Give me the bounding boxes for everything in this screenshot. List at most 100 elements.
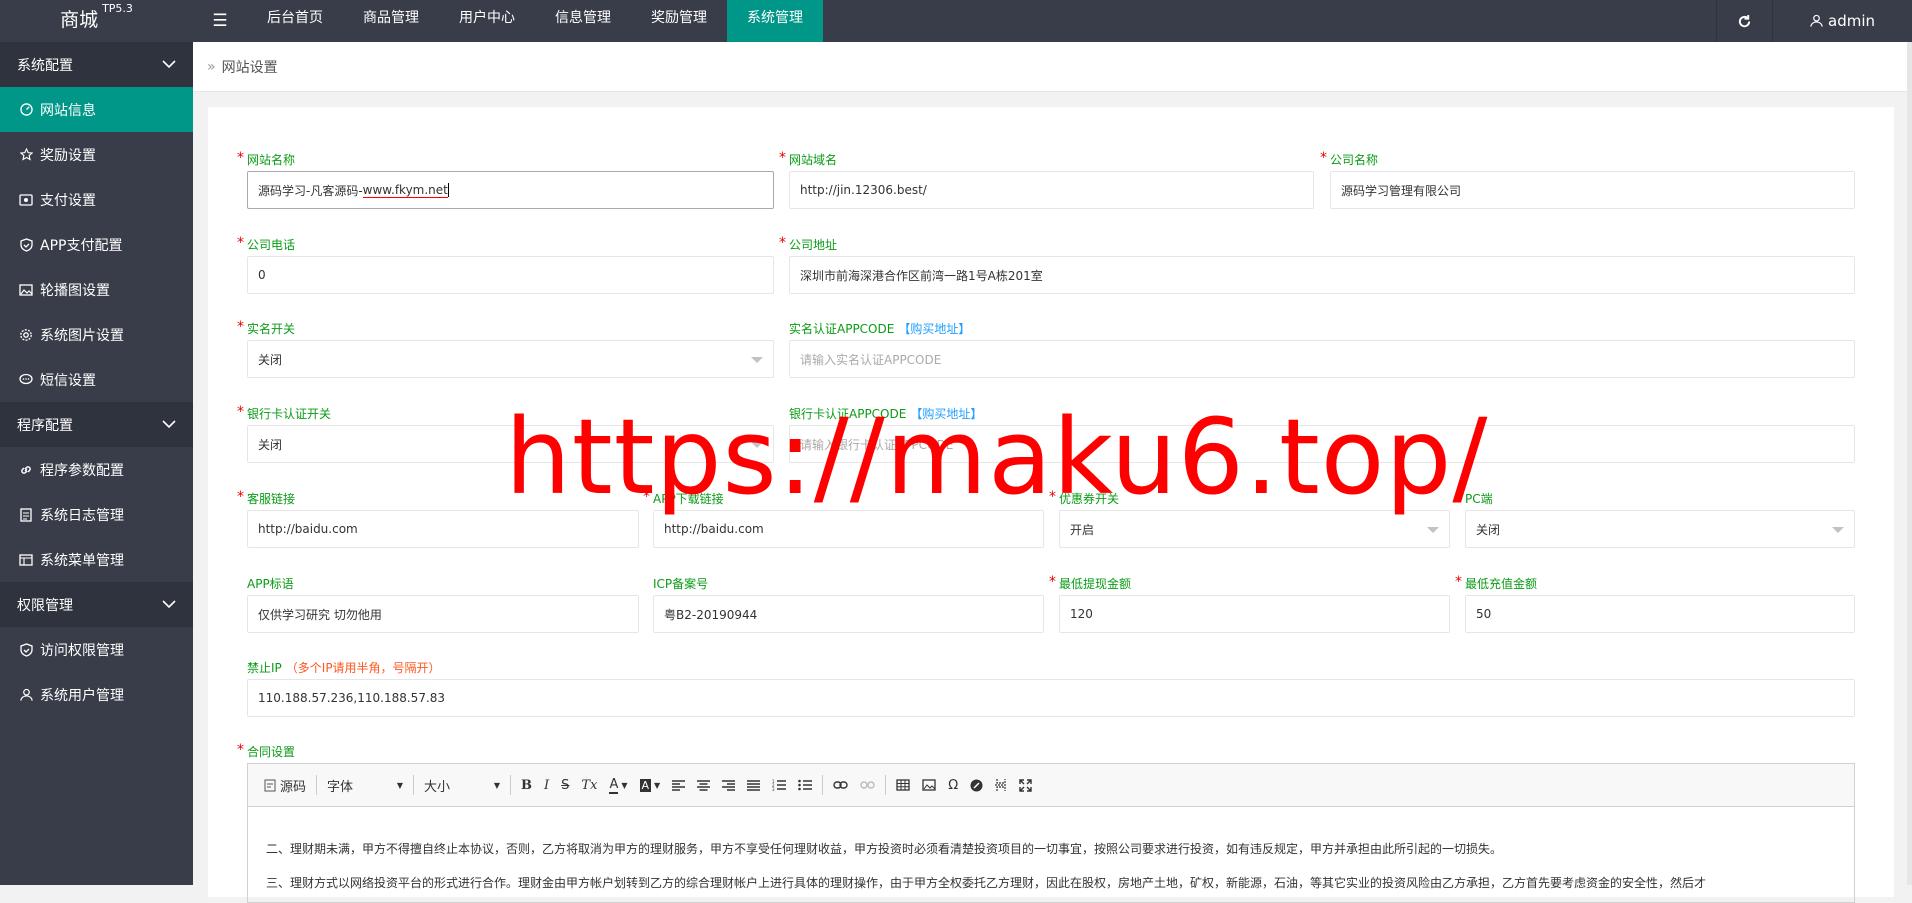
- align-left-icon[interactable]: [666, 772, 691, 798]
- font-size-select[interactable]: 大小 ▼: [418, 772, 506, 798]
- nav-info[interactable]: 信息管理: [535, 0, 631, 42]
- gear-icon: [18, 327, 34, 343]
- icp-input[interactable]: 粤B2-20190944: [653, 595, 1044, 633]
- unordered-list-icon[interactable]: [792, 772, 818, 798]
- realname-switch-select[interactable]: 关闭: [247, 340, 774, 378]
- top-bar: 商城 TP5.3 ☰ 后台首页 商品管理 用户中心 信息管理 奖励管理 系统管理 …: [0, 0, 1912, 42]
- field-company-phone: * 公司电话 0: [237, 235, 774, 294]
- source-button[interactable]: 源码: [258, 772, 312, 798]
- sidebar-item-payment[interactable]: 支付设置: [0, 177, 193, 222]
- link-icon: [18, 462, 34, 478]
- editor-body[interactable]: 二、理财期未满，甲方不得擅自终止本协议，否则，乙方将取消为甲方的理财服务，甲方不…: [248, 807, 1854, 900]
- breadcrumb-current[interactable]: 网站设置: [222, 57, 278, 77]
- logo-text: 商城: [60, 9, 99, 31]
- app-slogan-input[interactable]: 仅供学习研究 切勿他用: [247, 595, 639, 633]
- field-min-withdraw: * 最低提现金额 120: [1049, 574, 1450, 633]
- nav-rewards[interactable]: 奖励管理: [631, 0, 727, 42]
- buy-link-bankcard[interactable]: 【购买地址】: [910, 406, 982, 422]
- image-icon[interactable]: [916, 772, 942, 798]
- ordered-list-icon[interactable]: 123: [766, 772, 792, 798]
- italic-button[interactable]: I: [538, 772, 555, 798]
- shield-icon: [18, 237, 34, 253]
- toolbar-divider: [413, 775, 415, 795]
- contract-paragraph: 二、理财期未满，甲方不得擅自终止本协议，否则，乙方将取消为甲方的理财服务，甲方不…: [266, 842, 1503, 856]
- nav-users[interactable]: 用户中心: [439, 0, 535, 42]
- field-company-address: * 公司地址 深圳市前海深港合作区前湾一路1号A栋201室: [779, 235, 1855, 294]
- nav-dashboard[interactable]: 后台首页: [247, 0, 343, 42]
- min-withdraw-input[interactable]: 120: [1059, 595, 1450, 633]
- caret-down-icon: [1832, 527, 1844, 533]
- site-domain-input[interactable]: http://jin.12306.best/: [789, 171, 1314, 209]
- bankcard-appcode-input[interactable]: 请输入银行卡认证APPCODE: [789, 425, 1855, 463]
- app-download-input[interactable]: http://baidu.com: [653, 510, 1044, 548]
- unlink-icon[interactable]: [854, 772, 881, 798]
- refresh-icon[interactable]: [1716, 0, 1772, 42]
- font-family-select[interactable]: 字体 ▼: [321, 772, 409, 798]
- menu-toggle-icon[interactable]: ☰: [193, 0, 247, 42]
- scrollbar[interactable]: [1907, 42, 1912, 885]
- table-icon[interactable]: [890, 772, 916, 798]
- bg-color-button[interactable]: A ▼: [634, 772, 667, 798]
- align-justify-icon[interactable]: [741, 772, 766, 798]
- strikethrough-button[interactable]: S: [555, 772, 575, 798]
- sidebar-item-system-users[interactable]: 系统用户管理: [0, 672, 193, 717]
- service-link-input[interactable]: http://baidu.com: [247, 510, 639, 548]
- maximize-icon[interactable]: [1013, 772, 1038, 798]
- banned-ip-input[interactable]: 110.188.57.236,110.188.57.83: [247, 679, 1855, 717]
- align-center-icon[interactable]: [691, 772, 716, 798]
- contract-editor: 源码 字体 ▼ 大小 ▼ B I S Tx A ▼ A ▼ 123 Ω 二、理财期未满，…: [247, 763, 1855, 903]
- sidebar-item-app-payment[interactable]: APP支付配置: [0, 222, 193, 267]
- buy-link-realname[interactable]: 【购买地址】: [898, 321, 970, 337]
- company-phone-input[interactable]: 0: [247, 256, 774, 294]
- company-name-input[interactable]: 源码学习管理有限公司: [1330, 171, 1855, 209]
- money-icon: [18, 192, 34, 208]
- caret-down-icon: [751, 357, 763, 363]
- bankcard-switch-select[interactable]: 关闭: [247, 425, 774, 463]
- nav-products[interactable]: 商品管理: [343, 0, 439, 42]
- page-break-icon[interactable]: [989, 772, 1013, 798]
- iframe-icon[interactable]: [964, 772, 989, 798]
- toolbar-divider: [822, 775, 824, 795]
- sidebar-item-system-menus[interactable]: 系统菜单管理: [0, 537, 193, 582]
- sidebar-item-system-images[interactable]: 系统图片设置: [0, 312, 193, 357]
- bold-button[interactable]: B: [515, 772, 538, 798]
- toolbar-divider: [510, 775, 512, 795]
- clear-format-button[interactable]: Tx: [575, 772, 603, 798]
- special-char-button[interactable]: Ω: [942, 772, 964, 798]
- sidebar-group-permissions[interactable]: 权限管理: [0, 582, 193, 627]
- source-icon: [264, 779, 276, 791]
- label-site-name: 网站名称: [247, 153, 296, 167]
- user-icon: [18, 687, 34, 703]
- field-site-domain: * 网站域名 http://jin.12306.best/: [779, 150, 1314, 209]
- sidebar-item-site-info[interactable]: 网站信息: [0, 87, 193, 132]
- sidebar-item-carousel[interactable]: 轮播图设置: [0, 267, 193, 312]
- logo[interactable]: 商城 TP5.3: [0, 0, 193, 42]
- align-right-icon[interactable]: [716, 772, 741, 798]
- sidebar-item-system-logs[interactable]: 系统日志管理: [0, 492, 193, 537]
- caret-down-icon: [1427, 527, 1439, 533]
- sidebar-item-sms[interactable]: 短信设置: [0, 357, 193, 402]
- shield-icon: [18, 642, 34, 658]
- breadcrumb: » 网站设置: [193, 42, 1912, 92]
- sidebar-item-rewards[interactable]: 奖励设置: [0, 132, 193, 177]
- company-address-input[interactable]: 深圳市前海深港合作区前湾一路1号A栋201室: [789, 256, 1855, 294]
- nav-system[interactable]: 系统管理: [727, 0, 823, 42]
- link-icon[interactable]: [827, 772, 854, 798]
- realname-appcode-input[interactable]: 请输入实名认证APPCODE: [789, 340, 1855, 378]
- pc-site-select[interactable]: 关闭: [1465, 510, 1855, 548]
- site-name-input[interactable]: 源码学习-凡客源码-www.fkym.net: [247, 171, 774, 209]
- user-menu[interactable]: admin: [1772, 0, 1912, 42]
- field-realname-appcode: 实名认证APPCODE 【购买地址】 请输入实名认证APPCODE: [789, 321, 1855, 378]
- min-recharge-input[interactable]: 50: [1465, 595, 1855, 633]
- sidebar-item-program-params[interactable]: 程序参数配置: [0, 447, 193, 492]
- font-color-button[interactable]: A ▼: [603, 772, 633, 798]
- toolbar-divider: [885, 775, 887, 795]
- field-realname-switch: * 实名开关 关闭: [237, 319, 774, 378]
- sidebar-group-system-config[interactable]: 系统配置: [0, 42, 193, 87]
- coupon-switch-select[interactable]: 开启: [1059, 510, 1450, 548]
- menu-icon: [18, 552, 34, 568]
- sidebar-item-access-control[interactable]: 访问权限管理: [0, 627, 193, 672]
- sidebar-group-program-config[interactable]: 程序配置: [0, 402, 193, 447]
- banned-ip-hint: （多个IP请用半角，号隔开）: [285, 661, 441, 675]
- contract-paragraph: 三、理财方式以网络投资平台的形式进行合作。理财金由甲方帐户划转到乙方的综合理财帐…: [266, 876, 1707, 890]
